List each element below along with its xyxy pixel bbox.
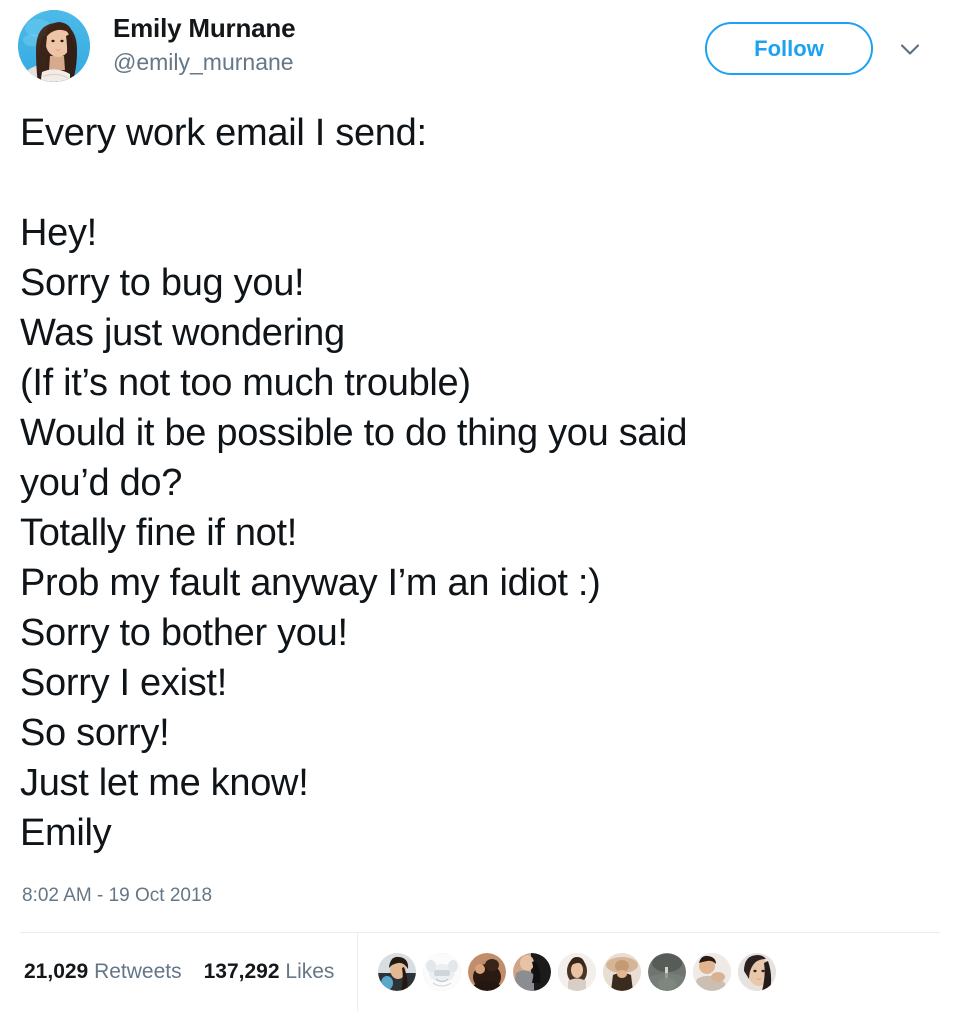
likes-count: 137,292 [203,960,280,983]
tweet-line: Hey! [20,212,97,254]
account-identity: Emily Murnane @emily_murnane [113,13,296,77]
tweet-line: Was just wondering [20,312,345,354]
tweet-line: Sorry to bother you! [20,612,348,654]
liker-avatar-5[interactable] [558,953,596,991]
avatar[interactable] [18,10,90,82]
retweets-count: 21,029 [24,960,89,983]
tweet-line [20,158,940,208]
retweets-label: Retweets [94,960,182,983]
more-options-button[interactable] [894,33,926,65]
tweet-line: Emily [20,812,112,854]
display-name: Emily Murnane [113,13,296,43]
likes-stat[interactable]: 137,292 Likes [204,960,335,984]
liker-avatar-1[interactable] [378,953,416,991]
tweet-line: Totally fine if not! [20,512,298,554]
tweet-line: Sorry I exist! [20,662,227,704]
tweet-line: you’d do? [20,462,183,504]
liker-avatar-7[interactable] [648,953,686,991]
tweet-line: Every work email I send: [20,112,427,154]
liker-avatars [358,933,940,1011]
liker-avatar-8[interactable] [693,953,731,991]
user-avatar-photo-icon [18,10,90,82]
tweet-stats-bar: 21,029 Retweets 137,292 Likes [20,932,940,1011]
chevron-down-icon [897,36,923,62]
tweet-header: Emily Murnane @emily_murnane Follow [0,0,960,96]
follow-button[interactable]: Follow [705,22,873,75]
tweet-line: Sorry to bug you! [20,262,305,304]
tweet-line: Prob my fault anyway I’m an idiot :) [20,562,601,604]
tweet-text: Every work email I send: Hey! Sorry to b… [0,108,960,858]
likes-label: Likes [285,960,335,983]
tweet-line: (If it’s not too much trouble) [20,362,471,404]
liker-avatar-9[interactable] [738,953,776,991]
handle: @emily_murnane [113,49,294,75]
liker-avatar-2[interactable] [423,953,461,991]
tweet-card: Emily Murnane @emily_murnane Follow Ever… [0,0,960,1011]
tweet-line: So sorry! [20,712,170,754]
tweet-line: Just let me know! [20,762,309,804]
liker-avatar-4[interactable] [513,953,551,991]
liker-avatar-6[interactable] [603,953,641,991]
tweet-timestamp[interactable]: 8:02 AM - 19 Oct 2018 [22,884,212,908]
stats-counts: 21,029 Retweets 137,292 Likes [20,933,358,1011]
liker-avatar-3[interactable] [468,953,506,991]
retweets-stat[interactable]: 21,029 Retweets [24,960,182,984]
tweet-line: Would it be possible to do thing you sai… [20,412,688,454]
